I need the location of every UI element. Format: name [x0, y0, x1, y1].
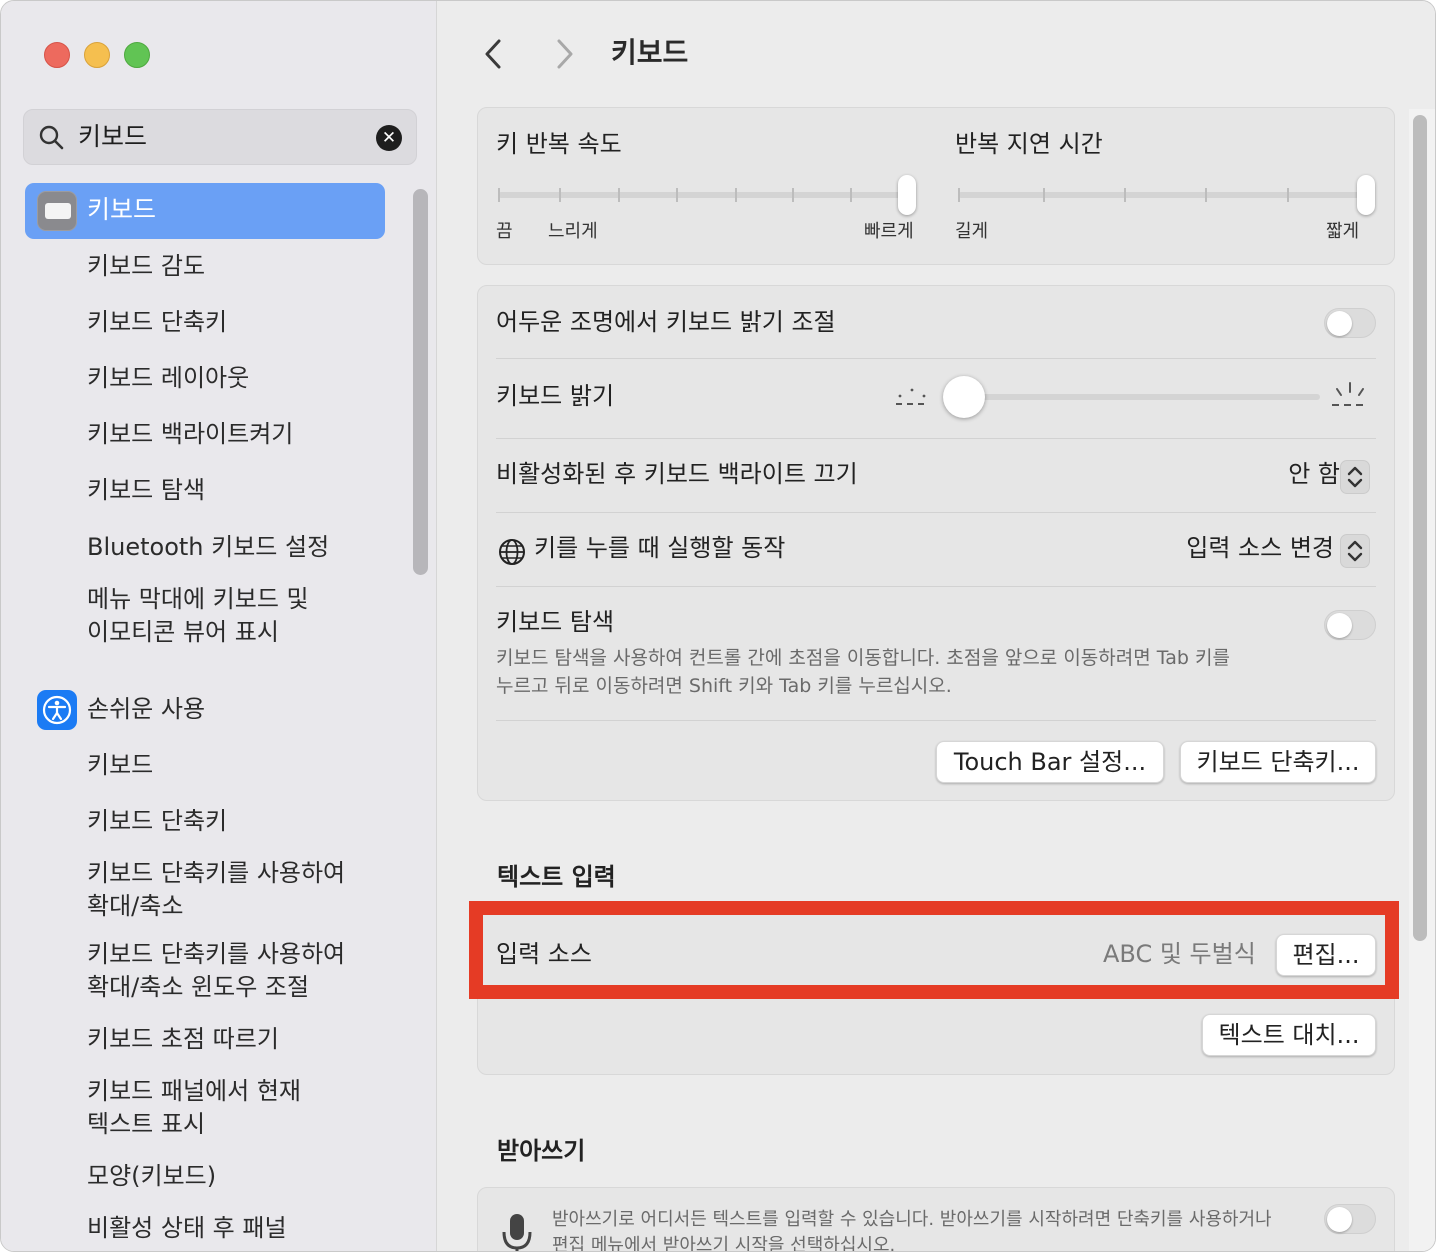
text-input-title: 텍스트 입력	[497, 863, 616, 891]
sidebar-item-keyboard-layout[interactable]: 키보드 레이아웃	[87, 362, 249, 395]
brightness-label: 키보드 밝기	[496, 382, 615, 410]
globe-key-stepper[interactable]	[1340, 534, 1370, 568]
dictation-card: 받아쓰기로 어디서든 텍스트를 입력할 수 있습니다. 받아쓰기를 시작하려면 …	[477, 1187, 1395, 1252]
sidebar-item-accessibility[interactable]: 손쉬운 사용	[87, 693, 205, 726]
text-replacements-button[interactable]: 텍스트 대치...	[1202, 1014, 1376, 1056]
sidebar-item-acc-idle-panel[interactable]: 비활성 상태 후 패널	[87, 1212, 287, 1245]
dictation-desc-2: 편집 메뉴에서 받아쓰기 시작을 선택하십시오.	[552, 1235, 896, 1252]
brightness-low-icon	[896, 388, 928, 405]
globe-key-label: 키를 누를 때 실행할 동작	[534, 534, 786, 562]
keyboard-navigation-desc-2: 누르고 뒤로 이동하려면 Shift 키와 Tab 키를 누르십시오.	[496, 675, 952, 697]
key-repeat-max-label: 빠르게	[864, 221, 914, 242]
dictation-title: 받아쓰기	[497, 1137, 586, 1165]
dim-adjust-label: 어두운 조명에서 키보드 밝기 조절	[496, 308, 836, 336]
brightness-high-icon	[1332, 382, 1368, 406]
sidebar-item-keyboard[interactable]: 키보드	[25, 183, 385, 239]
backlight-off-stepper[interactable]	[1340, 460, 1370, 494]
sidebar-item-label: 키보드	[87, 195, 157, 224]
sidebar-item-keyboard-sensitivity[interactable]: 키보드 감도	[87, 250, 205, 283]
delay-min-label: 길게	[955, 221, 989, 242]
main-pane: 키보드 키 반복 속도 끔 느리게 빠르게 반복 지연 시간 길게 짧게 어두운…	[437, 1, 1435, 1252]
key-repeat-knob[interactable]	[898, 175, 916, 215]
brightness-slider[interactable]	[958, 394, 1320, 400]
keyboard-shortcuts-button[interactable]: 키보드 단축키...	[1180, 741, 1376, 783]
backlight-off-label: 비활성화된 후 키보드 백라이트 끄기	[496, 460, 858, 488]
scrollbar-thumb[interactable]	[1413, 115, 1427, 941]
globe-icon	[499, 539, 525, 565]
brightness-knob[interactable]	[943, 376, 985, 418]
search-field[interactable]: 키보드 ✕	[23, 109, 417, 165]
sidebar-item-acc-appearance[interactable]: 모양(키보드)	[87, 1160, 216, 1193]
clear-search-icon[interactable]: ✕	[376, 125, 402, 151]
chevron-up-down-icon	[1347, 466, 1363, 488]
sidebar-item-keyboard-backlight[interactable]: 키보드 백라이트켜기	[87, 418, 293, 451]
delay-slider[interactable]	[958, 192, 1370, 198]
dim-adjust-toggle[interactable]	[1324, 308, 1376, 338]
keyboard-settings-card: 어두운 조명에서 키보드 밝기 조절 키보드 밝기 비활성화된 후 키보드 백라…	[477, 285, 1395, 801]
zoom-window-button[interactable]	[124, 42, 150, 68]
key-repeat-min-label: 끔	[496, 221, 513, 242]
sidebar-item-acc-shortcuts[interactable]: 키보드 단축키	[87, 805, 227, 838]
chevron-up-down-icon	[1347, 540, 1363, 562]
keyboard-navigation-toggle[interactable]	[1324, 610, 1376, 640]
main-scrollbar[interactable]	[1409, 109, 1435, 1251]
minimize-window-button[interactable]	[84, 42, 110, 68]
sidebar-item-acc-zoom-window[interactable]: 키보드 단축키를 사용하여 확대/축소 윈도우 조절	[87, 938, 367, 1004]
sidebar-item-acc-focus[interactable]: 키보드 초점 따르기	[87, 1023, 279, 1056]
sidebar-item-bluetooth-keyboard[interactable]: Bluetooth 키보드 설정	[87, 531, 329, 564]
touch-bar-settings-button[interactable]: Touch Bar 설정...	[936, 741, 1164, 783]
delay-max-label: 짧게	[1326, 221, 1360, 242]
key-repeat-label: 키 반복 속도	[496, 130, 622, 158]
backlight-off-value[interactable]: 안 함	[1288, 458, 1340, 490]
search-input[interactable]: 키보드	[78, 122, 147, 152]
sidebar-item-keyboard-shortcuts[interactable]: 키보드 단축키	[87, 306, 227, 339]
settings-window: 키보드 ✕ 키보드 키보드 감도 키보드 단축키 키보드 레이아웃 키보드 백라…	[0, 0, 1436, 1252]
sidebar-item-keyboard-navigation[interactable]: 키보드 탐색	[87, 474, 205, 507]
forward-chevron-icon[interactable]	[549, 37, 579, 71]
microphone-icon	[502, 1214, 532, 1251]
delay-label: 반복 지연 시간	[955, 130, 1103, 158]
globe-key-value[interactable]: 입력 소스 변경	[1186, 532, 1334, 564]
sidebar-scrollbar[interactable]	[413, 189, 428, 575]
page-title: 키보드	[611, 36, 689, 69]
back-chevron-icon[interactable]	[479, 37, 509, 71]
key-repeat-card: 키 반복 속도 끔 느리게 빠르게 반복 지연 시간 길게 짧게	[477, 107, 1395, 265]
close-window-button[interactable]	[44, 42, 70, 68]
highlight-box	[469, 901, 1399, 999]
sidebar: 키보드 ✕ 키보드 키보드 감도 키보드 단축키 키보드 레이아웃 키보드 백라…	[1, 1, 437, 1251]
keyboard-icon	[37, 191, 77, 231]
search-icon	[39, 125, 64, 150]
sidebar-item-acc-panel-text[interactable]: 키보드 패널에서 현재 텍스트 표시	[87, 1075, 317, 1141]
accessibility-icon	[37, 690, 77, 730]
sidebar-item-acc-keyboard[interactable]: 키보드	[87, 749, 153, 782]
key-repeat-slow-label: 느리게	[548, 221, 598, 242]
dictation-desc-1: 받아쓰기로 어디서든 텍스트를 입력할 수 있습니다. 받아쓰기를 시작하려면 …	[552, 1209, 1272, 1230]
delay-knob[interactable]	[1357, 175, 1375, 215]
keyboard-navigation-label: 키보드 탐색	[496, 608, 615, 636]
sidebar-item-emoji-viewer[interactable]: 메뉴 막대에 키보드 및 이모티콘 뷰어 표시	[87, 583, 327, 649]
dictation-toggle[interactable]	[1324, 1204, 1376, 1234]
sidebar-item-acc-zoom[interactable]: 키보드 단축키를 사용하여 확대/축소	[87, 857, 367, 923]
keyboard-navigation-desc-1: 키보드 탐색을 사용하여 컨트롤 간에 초점을 이동합니다. 초점을 앞으로 이…	[496, 647, 1230, 669]
